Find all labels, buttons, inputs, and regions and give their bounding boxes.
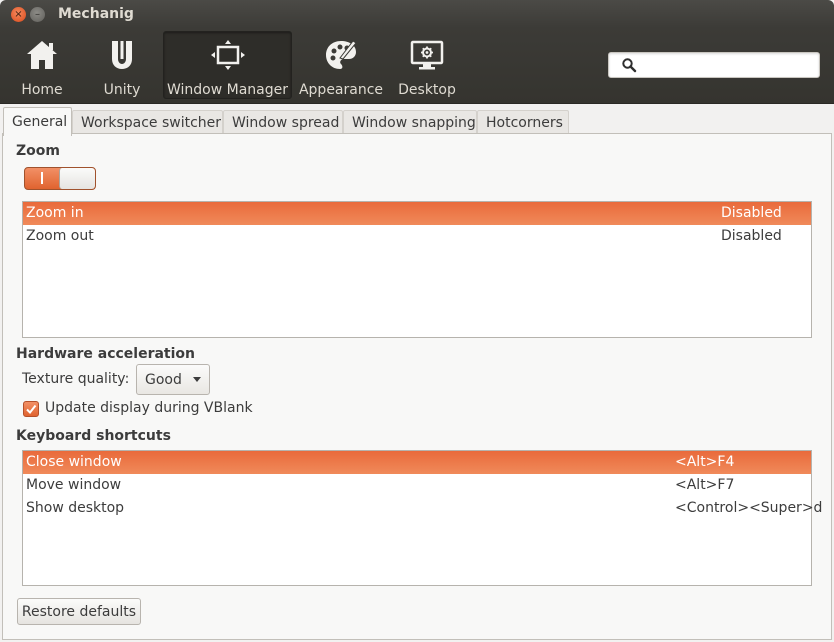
list-item[interactable]: Zoom out Disabled: [23, 225, 811, 248]
toolbar-item-label: Unity: [103, 82, 141, 98]
unity-icon: [102, 35, 142, 75]
appearance-icon: [321, 35, 361, 75]
checkmark-icon: [26, 404, 37, 415]
zoom-toggle-switch[interactable]: [24, 167, 96, 190]
close-window-button[interactable]: ×: [11, 7, 26, 22]
search-input[interactable]: [641, 56, 811, 74]
toolbar-item-label: Home: [21, 82, 63, 98]
texture-quality-label: Texture quality:: [22, 371, 130, 387]
tab-general[interactable]: General: [3, 107, 72, 136]
shortcut-action: Close window: [26, 454, 122, 470]
toolbar-item-desktop[interactable]: Desktop: [394, 31, 460, 99]
toolbar-item-unity[interactable]: Unity: [90, 31, 154, 99]
switch-knob[interactable]: [59, 168, 95, 189]
toolbar: Home Unity Window Manager Appearance Des…: [0, 28, 834, 104]
keyboard-shortcut-list: Close window <Alt>F4 Move window <Alt>F7…: [22, 450, 822, 586]
texture-quality-value: Good: [145, 371, 182, 388]
toolbar-item-appearance[interactable]: Appearance: [298, 31, 384, 99]
shortcut-action: Move window: [26, 477, 122, 493]
list-item[interactable]: Close window <Alt>F4: [23, 451, 811, 474]
toolbar-item-window-manager[interactable]: Window Manager: [163, 31, 292, 99]
restore-defaults-button[interactable]: Restore defaults: [17, 598, 141, 625]
tab-label: Window spread: [232, 114, 340, 131]
shortcut-keys: <Alt>F4: [675, 454, 735, 470]
list-item[interactable]: Zoom in Disabled: [23, 202, 811, 225]
desktop-icon: [407, 35, 447, 75]
chevron-down-icon: [193, 377, 201, 382]
minimize-icon: –: [35, 8, 40, 20]
window-title: Mechanig: [58, 6, 134, 22]
toolbar-item-label: Appearance: [298, 82, 384, 98]
shortcut-action: Zoom out: [26, 228, 94, 244]
toolbar-item-label: Window Manager: [166, 82, 289, 98]
zoom-shortcut-list: Zoom in Disabled Zoom out Disabled: [22, 201, 812, 338]
close-icon: ×: [14, 8, 23, 20]
window-manager-icon: [208, 36, 248, 75]
list-item[interactable]: Move window <Alt>F7: [23, 474, 811, 497]
search-icon: [621, 57, 637, 73]
title-bar: × – Mechanig: [0, 0, 834, 28]
switch-on-indicator: [41, 172, 43, 184]
tab-label: Window snapping: [352, 114, 476, 131]
toolbar-item-label: Desktop: [398, 82, 456, 98]
tab-hotcorners[interactable]: Hotcorners: [477, 110, 569, 134]
tab-label: Workspace switcher: [81, 114, 222, 131]
tab-bar: General Workspace switcher Window spread…: [0, 104, 834, 136]
toolbar-item-home[interactable]: Home: [10, 31, 74, 99]
zoom-heading: Zoom: [16, 143, 60, 159]
vblank-checkbox[interactable]: [23, 401, 39, 417]
texture-quality-select[interactable]: Good: [136, 364, 210, 395]
shortcut-value: Disabled: [721, 205, 782, 221]
tab-label: General: [12, 114, 68, 130]
search-box[interactable]: [608, 52, 820, 78]
minimize-window-button[interactable]: –: [30, 7, 45, 22]
shortcut-action: Zoom in: [26, 205, 84, 221]
hardware-acceleration-heading: Hardware acceleration: [16, 346, 196, 362]
shortcut-value: Disabled: [721, 228, 782, 244]
list-item[interactable]: Show desktop <Control><Super>d: [23, 497, 822, 520]
keyboard-shortcuts-heading: Keyboard shortcuts: [16, 428, 171, 444]
shortcut-keys: <Alt>F7: [675, 477, 735, 493]
tab-label: Hotcorners: [486, 114, 563, 131]
home-icon: [22, 35, 62, 75]
shortcut-keys: <Control><Super>d: [675, 500, 823, 516]
tab-workspace-switcher[interactable]: Workspace switcher: [72, 110, 223, 134]
tab-window-spread[interactable]: Window spread: [223, 110, 343, 134]
tab-window-snapping[interactable]: Window snapping: [343, 110, 477, 134]
vblank-label: Update display during VBlank: [45, 400, 253, 416]
shortcut-action: Show desktop: [26, 500, 125, 516]
